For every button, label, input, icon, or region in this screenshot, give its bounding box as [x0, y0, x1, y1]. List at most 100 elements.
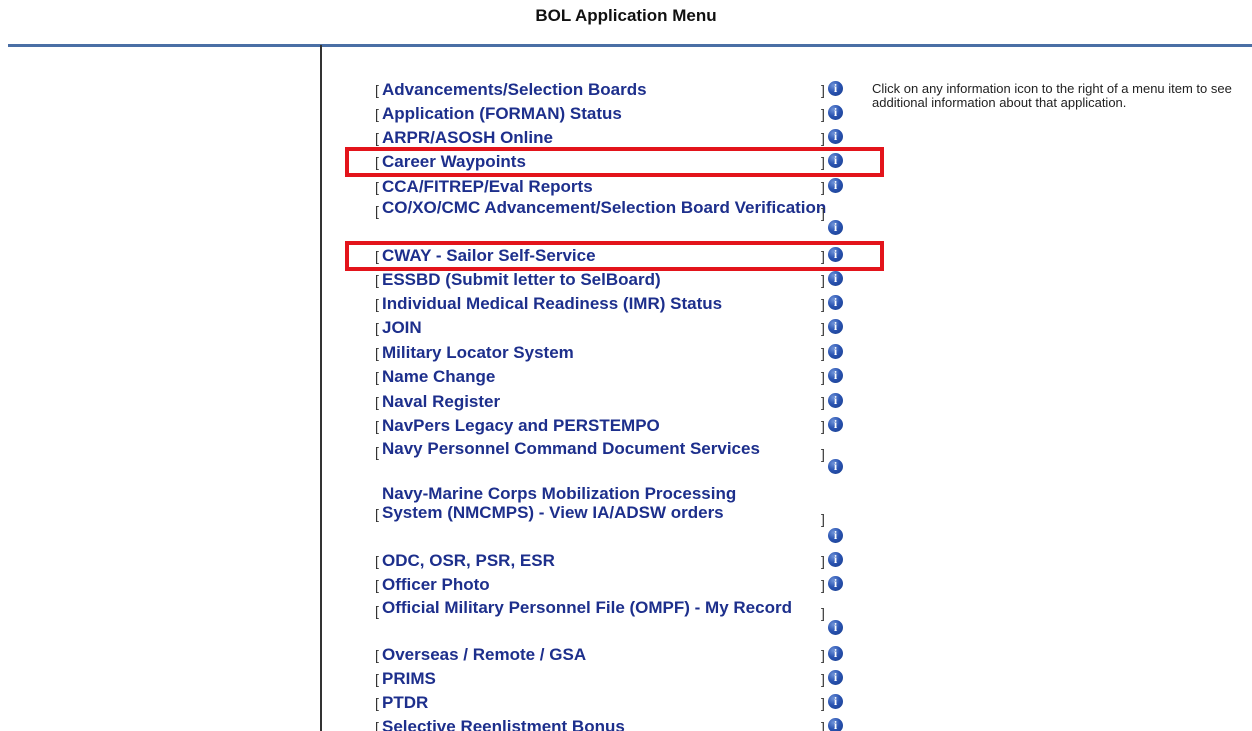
info-icon[interactable]: i — [828, 220, 843, 235]
info-icon[interactable]: i — [828, 295, 843, 310]
info-icon[interactable]: i — [828, 718, 843, 731]
bracket-open: [ — [375, 647, 379, 663]
highlight-box — [345, 147, 884, 177]
menu-item-link[interactable]: Overseas / Remote / GSA — [382, 645, 586, 664]
menu-item: [Naval Register] i — [375, 390, 845, 411]
bracket-open: [ — [375, 272, 379, 288]
bracket-close: ] — [821, 394, 825, 410]
menu-item: [Military Locator System] i — [375, 341, 845, 362]
bracket-open: [ — [375, 345, 379, 361]
menu-item-link[interactable]: Navy-Marine Corps Mobilization Processin… — [382, 484, 757, 522]
bracket-open: [ — [375, 506, 379, 522]
bracket-close: ] — [821, 296, 825, 312]
bracket-close: ] — [821, 605, 825, 621]
bracket-close: ] — [821, 272, 825, 288]
menu-item: [Advancements/Selection Boards] i — [375, 78, 845, 99]
menu-item: [JOIN] i — [375, 316, 845, 337]
info-icon[interactable]: i — [828, 393, 843, 408]
bracket-open: [ — [375, 695, 379, 711]
menu-item: [NavPers Legacy and PERSTEMPO] i — [375, 414, 845, 435]
info-icon[interactable]: i — [828, 319, 843, 334]
menu-item: [Selective Reenlistment Bonus] i — [375, 715, 845, 731]
page: BOL Application Menu [Advancements/Selec… — [0, 0, 1252, 731]
menu-item-link[interactable]: CO/XO/CMC Advancement/Selection Board Ve… — [382, 198, 827, 217]
bracket-close: ] — [821, 130, 825, 146]
menu-item: [PTDR] i — [375, 691, 845, 712]
bracket-close: ] — [821, 671, 825, 687]
menu-item-link[interactable]: PTDR — [382, 693, 428, 712]
info-icon[interactable]: i — [828, 528, 843, 543]
menu-item: [PRIMS] i — [375, 667, 845, 688]
help-text: Click on any information icon to the rig… — [872, 81, 1232, 110]
info-icon[interactable]: i — [828, 694, 843, 709]
menu-item: [Individual Medical Readiness (IMR) Stat… — [375, 292, 845, 313]
bracket-close: ] — [821, 647, 825, 663]
bracket-close: ] — [821, 553, 825, 569]
menu-item: [Official Military Personnel File (OMPF)… — [375, 597, 845, 639]
menu-item-link[interactable]: NavPers Legacy and PERSTEMPO — [382, 416, 660, 435]
menu-item-link[interactable]: Selective Reenlistment Bonus — [382, 717, 625, 731]
bracket-open: [ — [375, 106, 379, 122]
menu-item-link[interactable]: Application (FORMAN) Status — [382, 104, 622, 123]
menu-item-link[interactable]: Individual Medical Readiness (IMR) Statu… — [382, 294, 722, 313]
info-icon[interactable]: i — [828, 620, 843, 635]
menu-item-link[interactable]: PRIMS — [382, 669, 436, 688]
menu-item-link[interactable]: JOIN — [382, 318, 422, 337]
bracket-close: ] — [821, 320, 825, 336]
bracket-close: ] — [821, 205, 825, 221]
menu-item-link[interactable]: Officer Photo — [382, 575, 490, 594]
bracket-open: [ — [375, 82, 379, 98]
info-icon[interactable]: i — [828, 552, 843, 567]
bracket-open: [ — [375, 577, 379, 593]
bracket-close: ] — [821, 446, 825, 462]
menu-item-link[interactable]: Name Change — [382, 367, 495, 386]
info-icon[interactable]: i — [828, 670, 843, 685]
highlight-box — [345, 241, 884, 271]
info-icon[interactable]: i — [828, 81, 843, 96]
page-title: BOL Application Menu — [535, 6, 717, 25]
menu-item: [Name Change] i — [375, 365, 845, 386]
menu-item-link[interactable]: Military Locator System — [382, 343, 574, 362]
menu-item-link[interactable]: ODC, OSR, PSR, ESR — [382, 551, 555, 570]
menu-item-link[interactable]: Advancements/Selection Boards — [382, 80, 647, 99]
info-icon[interactable]: i — [828, 459, 843, 474]
bracket-close: ] — [821, 418, 825, 434]
sidebar-divider — [320, 45, 322, 731]
bracket-close: ] — [821, 369, 825, 385]
menu-item-link[interactable]: ARPR/ASOSH Online — [382, 128, 553, 147]
info-icon[interactable]: i — [828, 271, 843, 286]
menu-item: [ESSBD (Submit letter to SelBoard)] i — [375, 268, 845, 289]
menu-item-link[interactable]: Official Military Personnel File (OMPF) … — [382, 598, 827, 617]
info-icon[interactable]: i — [828, 178, 843, 193]
bracket-close: ] — [821, 511, 825, 527]
info-icon[interactable]: i — [828, 129, 843, 144]
info-icon[interactable]: i — [828, 646, 843, 661]
menu-item: [Navy-Marine Corps Mobilization Processi… — [375, 484, 845, 547]
menu-item-link[interactable]: Naval Register — [382, 392, 500, 411]
bracket-open: [ — [375, 296, 379, 312]
menu-item-link[interactable]: CCA/FITREP/Eval Reports — [382, 177, 593, 196]
info-icon[interactable]: i — [828, 105, 843, 120]
info-icon[interactable]: i — [828, 417, 843, 432]
info-icon[interactable]: i — [828, 344, 843, 359]
bracket-open: [ — [375, 179, 379, 195]
info-icon[interactable]: i — [828, 368, 843, 383]
bracket-close: ] — [821, 695, 825, 711]
bracket-open: [ — [375, 444, 379, 460]
bracket-close: ] — [821, 179, 825, 195]
bracket-close: ] — [821, 577, 825, 593]
bracket-open: [ — [375, 719, 379, 731]
menu-item: [Overseas / Remote / GSA] i — [375, 643, 845, 664]
info-icon[interactable]: i — [828, 576, 843, 591]
bracket-close: ] — [821, 345, 825, 361]
bracket-open: [ — [375, 553, 379, 569]
bracket-open: [ — [375, 671, 379, 687]
bracket-close: ] — [821, 106, 825, 122]
bracket-open: [ — [375, 130, 379, 146]
bracket-open: [ — [375, 394, 379, 410]
bracket-close: ] — [821, 719, 825, 731]
bracket-open: [ — [375, 203, 379, 219]
menu-item-link[interactable]: ESSBD (Submit letter to SelBoard) — [382, 270, 661, 289]
menu-item: [CO/XO/CMC Advancement/Selection Board V… — [375, 197, 845, 239]
menu-item-link[interactable]: Navy Personnel Command Document Services — [382, 439, 827, 458]
